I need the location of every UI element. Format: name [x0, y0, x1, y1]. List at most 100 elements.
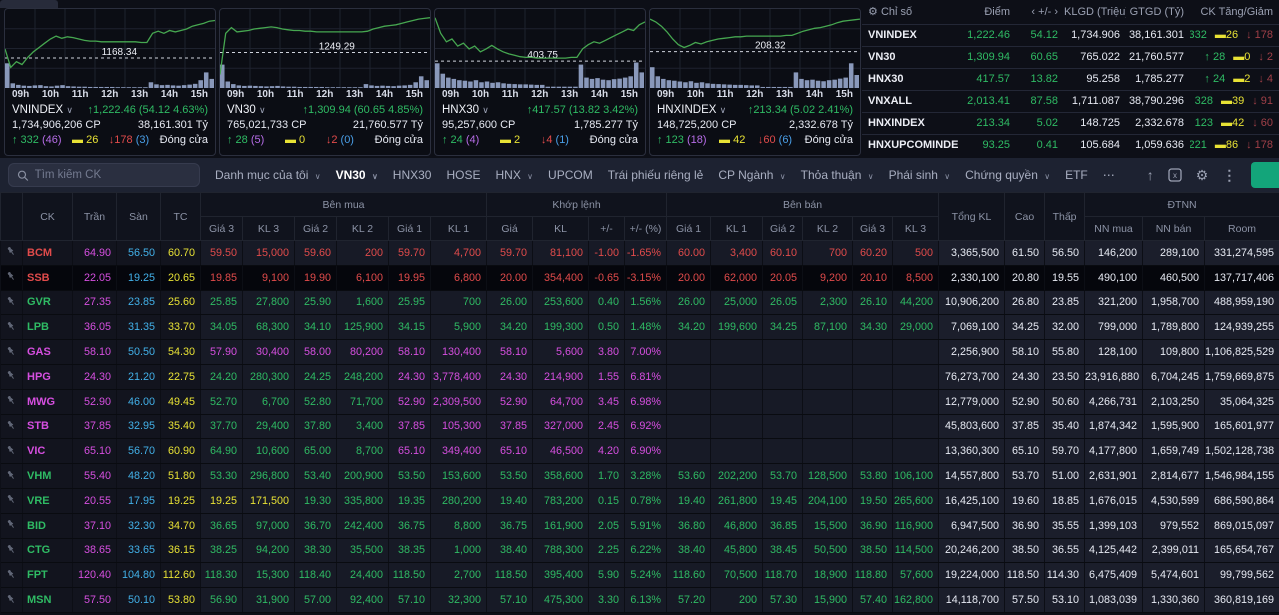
pin-icon[interactable] [0, 290, 23, 316]
match-price[interactable]: 52.90 [486, 389, 533, 415]
buy-price1[interactable]: 58.10 [388, 339, 431, 365]
col-header-buy-price1[interactable]: Giá 1 [388, 216, 431, 241]
change[interactable]: 1.55 [588, 364, 625, 390]
buy-vol2[interactable]: 200 [336, 240, 389, 266]
sell-vol1[interactable] [710, 414, 764, 440]
sell-price2[interactable]: 34.25 [762, 314, 804, 341]
buy-price1[interactable]: 53.50 [388, 463, 431, 489]
stock-symbol[interactable]: HPG [22, 364, 73, 390]
table-row-stb[interactable]: STB 37.85 32.95 35.40 37.70 29,400 37.80 3,400 3… [0, 414, 1279, 440]
change-pct[interactable]: 6.81% [624, 364, 668, 390]
change[interactable]: 3.45 [588, 389, 625, 415]
pin-icon[interactable] [0, 463, 23, 489]
search-input[interactable] [34, 169, 191, 181]
indices-row-vn30[interactable]: VN30 1,309.94 60.65 765.022 21,760.577 ↑… [862, 45, 1279, 68]
search-box[interactable] [8, 163, 200, 187]
change-pct[interactable]: 0.78% [624, 488, 668, 514]
table-row-vhm[interactable]: VHM 55.40 48.20 51.80 53.30 296,800 53.40 200,9… [0, 463, 1279, 489]
sell-price2[interactable]: 60.10 [762, 240, 804, 266]
nav-item-upcom[interactable]: UPCOM [548, 168, 593, 182]
sell-vol3[interactable] [892, 438, 940, 465]
sell-vol1[interactable]: 200 [710, 587, 764, 613]
col-header-sell-vol1[interactable]: KL 1 [710, 216, 764, 241]
sell-price3[interactable]: 38.50 [852, 538, 894, 564]
sell-vol3[interactable] [892, 389, 940, 415]
sell-price3[interactable] [852, 339, 894, 365]
match-vol[interactable]: 358,600 [532, 463, 589, 489]
sell-vol1[interactable]: 261,800 [710, 488, 764, 514]
sell-vol3[interactable] [892, 414, 940, 440]
pin-icon[interactable] [0, 314, 23, 341]
buy-vol2[interactable]: 35,500 [336, 538, 389, 564]
change[interactable]: 3.80 [588, 339, 625, 365]
buy-price3[interactable]: 59.50 [200, 240, 243, 266]
sell-vol1[interactable]: 199,600 [710, 314, 764, 341]
stock-symbol[interactable]: GAS [22, 339, 73, 365]
chart-index-selector[interactable]: HNX30 ∨ [442, 103, 489, 118]
buy-price2[interactable]: 37.80 [294, 414, 337, 440]
buy-vol3[interactable]: 97,000 [242, 513, 295, 539]
indices-row-vnindex[interactable]: VNINDEX 1,222.46 54.12 1,734.906 38,161.… [862, 23, 1279, 46]
buy-vol3[interactable]: 31,900 [242, 587, 295, 613]
nav-item-cp-ng-nh[interactable]: CP Ngành ∨ [718, 168, 785, 182]
col-header-buy-vol3[interactable]: KL 3 [242, 216, 295, 241]
change[interactable]: -1.00 [588, 240, 625, 266]
buy-price2[interactable]: 59.60 [294, 240, 337, 266]
buy-vol3[interactable]: 94,200 [242, 538, 295, 564]
chart-index-selector[interactable]: VN30 ∨ [227, 103, 266, 118]
sell-vol2[interactable]: 87,100 [802, 314, 854, 341]
sell-vol1[interactable] [710, 339, 764, 365]
buy-vol1[interactable]: 349,400 [430, 438, 487, 465]
match-vol[interactable]: 788,300 [532, 538, 589, 564]
buy-vol2[interactable]: 92,400 [336, 587, 389, 613]
pin-icon[interactable] [0, 438, 23, 465]
stock-symbol[interactable]: VHM [22, 463, 73, 489]
pin-icon[interactable] [0, 265, 23, 291]
table-row-vre[interactable]: VRE 20.55 17.95 19.25 19.25 171,500 19.30 335,8… [0, 488, 1279, 514]
nav-item-hose[interactable]: HOSE [446, 168, 480, 182]
sell-vol1[interactable]: 202,200 [710, 463, 764, 489]
nav-item-ph-i-sinh[interactable]: Phái sinh ∨ [889, 168, 951, 182]
sell-price2[interactable] [762, 438, 804, 465]
nav-item-th-a-thu-n[interactable]: Thỏa thuận ∨ [801, 168, 874, 182]
buy-vol2[interactable]: 3,400 [336, 414, 389, 440]
match-vol[interactable]: 327,000 [532, 414, 589, 440]
buy-price2[interactable]: 19.30 [294, 488, 337, 514]
buy-price2[interactable]: 52.80 [294, 389, 337, 415]
col-header-low[interactable]: Thấp [1044, 192, 1086, 241]
stock-symbol[interactable]: BCM [22, 240, 73, 266]
change-pct[interactable]: 3.28% [624, 463, 668, 489]
stock-symbol[interactable]: MWG [22, 389, 73, 415]
change-pct[interactable]: 6.13% [624, 587, 668, 613]
match-vol[interactable]: 161,900 [532, 513, 589, 539]
table-row-hpg[interactable]: HPG 24.30 21.20 22.75 24.20 280,300 24.25 248,2… [0, 364, 1279, 390]
buy-vol1[interactable]: 280,200 [430, 488, 487, 514]
buy-price2[interactable]: 24.25 [294, 364, 337, 390]
match-price[interactable]: 26.00 [486, 290, 533, 316]
col-header-floor[interactable]: Sàn [116, 192, 161, 241]
table-row-ctg[interactable]: CTG 38.65 33.65 36.15 38.25 94,200 38.30 35,500… [0, 538, 1279, 564]
col-header-buy-vol1[interactable]: KL 1 [430, 216, 487, 241]
change-pct[interactable]: 7.00% [624, 339, 668, 365]
sell-price2[interactable]: 19.45 [762, 488, 804, 514]
buy-price3[interactable]: 19.85 [200, 265, 243, 291]
match-price[interactable]: 36.75 [486, 513, 533, 539]
col-header-sell-price3[interactable]: Giá 3 [852, 216, 894, 241]
buy-vol2[interactable]: 80,200 [336, 339, 389, 365]
col-header-nn-buy[interactable]: NN mua [1084, 216, 1144, 241]
buy-vol1[interactable]: 5,900 [430, 314, 487, 341]
col-header-change-pct[interactable]: +/- (%) [623, 216, 668, 241]
sell-price2[interactable]: 118.70 [762, 562, 804, 589]
buy-price3[interactable]: 52.70 [200, 389, 243, 415]
buy-price3[interactable]: 24.20 [200, 364, 243, 390]
pin-icon[interactable] [0, 389, 23, 415]
sell-price2[interactable] [762, 339, 804, 365]
buy-price3[interactable]: 36.65 [200, 513, 243, 539]
pin-icon[interactable] [0, 240, 23, 266]
sell-price3[interactable]: 57.40 [852, 587, 894, 613]
sell-price1[interactable]: 20.00 [666, 265, 712, 291]
change[interactable]: 1.70 [588, 463, 625, 489]
sell-price3[interactable]: 26.10 [852, 290, 894, 316]
col-header-sell-vol2[interactable]: KL 2 [802, 216, 854, 241]
sell-price2[interactable]: 36.85 [762, 513, 804, 539]
